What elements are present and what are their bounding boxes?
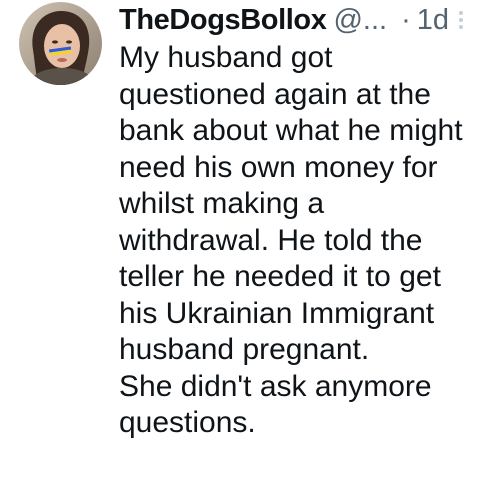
author-handle[interactable]: @... <box>333 3 387 37</box>
tweet-text-line: bank about what he might <box>119 114 463 147</box>
tweet-text-line: husband pregnant. <box>119 333 370 366</box>
tweet-text-line: need his own money for <box>119 150 438 184</box>
tweet-text-line: questioned again at the <box>119 77 431 111</box>
avatar-image <box>19 2 102 85</box>
tweet-timestamp[interactable]: 1d <box>417 3 449 37</box>
tweet-text-line: withdrawal. He told the <box>119 223 423 257</box>
tweet-header: TheDogsBollox @... · 1d <box>119 0 489 40</box>
tweet-text-line: She didn't ask anymore <box>119 369 432 403</box>
tweet-text-line: teller he needed it to get <box>119 260 441 293</box>
tweet-text-line: My husband got <box>119 41 333 74</box>
header-separator: · <box>401 4 411 36</box>
avatar[interactable] <box>19 2 102 85</box>
tweet-content: TheDogsBollox @... · 1d My husband got q… <box>119 0 489 442</box>
tweet-text-line: questions. <box>119 406 256 439</box>
more-options-icon[interactable] <box>455 8 467 32</box>
tweet-text-line: his Ukrainian Immigrant <box>119 296 435 330</box>
tweet-text: My husband got questioned again at the b… <box>119 40 489 442</box>
author-display-name[interactable]: TheDogsBollox <box>119 3 327 37</box>
tweet-text-line: whilst making a <box>119 187 325 220</box>
tweet[interactable]: TheDogsBollox @... · 1d My husband got q… <box>0 0 500 490</box>
vertical-dots-icon <box>459 11 463 29</box>
